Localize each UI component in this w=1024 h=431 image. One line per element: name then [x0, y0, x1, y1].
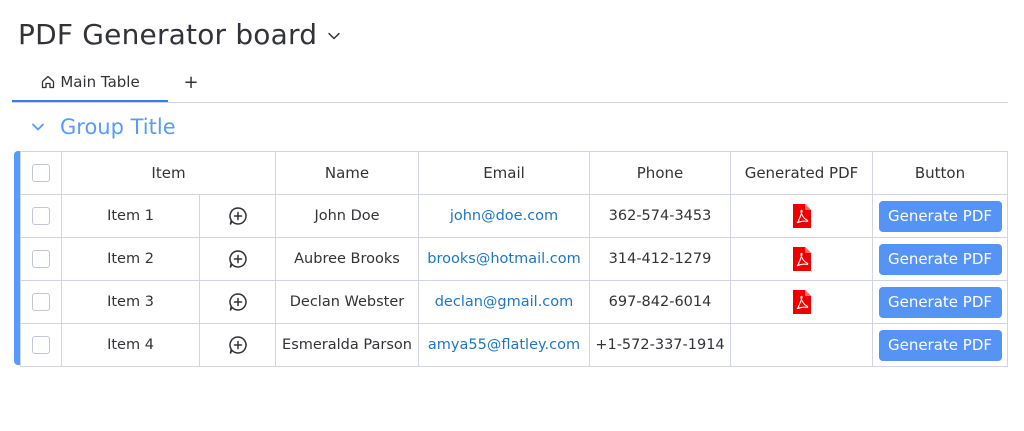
generated-pdf-cell[interactable]: [730, 194, 873, 238]
select-all-cell[interactable]: [20, 151, 62, 195]
tab-main-table[interactable]: Main Table: [12, 64, 168, 102]
add-view-button[interactable]: +: [180, 64, 202, 100]
email-link[interactable]: brooks@hotmail.com: [418, 237, 590, 281]
table-header-row: Item Name Email Phone Generated PDF Butt…: [20, 151, 1008, 195]
generate-pdf-button[interactable]: Generate PDF: [878, 286, 1002, 318]
header-item[interactable]: Item: [61, 151, 276, 195]
generate-pdf-button[interactable]: Generate PDF: [878, 243, 1002, 275]
button-cell: Generate PDF: [872, 237, 1008, 281]
row-select-cell[interactable]: [20, 280, 62, 324]
header-generated-pdf[interactable]: Generated PDF: [730, 151, 873, 195]
generate-pdf-button[interactable]: Generate PDF: [878, 329, 1002, 361]
phone-cell[interactable]: 362-574-3453: [589, 194, 731, 238]
email-link[interactable]: declan@gmail.com: [418, 280, 590, 324]
items-table: Item Name Email Phone Generated PDF Butt…: [20, 151, 1008, 367]
item-cell[interactable]: Item 3: [61, 280, 200, 324]
chevron-down-icon[interactable]: [30, 119, 46, 135]
email-link[interactable]: amya55@flatley.com: [418, 323, 590, 367]
add-update-icon[interactable]: [227, 291, 249, 313]
home-icon: [42, 75, 55, 89]
item-cell[interactable]: Item 1: [61, 194, 200, 238]
table-row[interactable]: Item 2 Aubree Brooks brooks@hotmail.com …: [20, 237, 1008, 281]
header-button[interactable]: Button: [872, 151, 1008, 195]
row-checkbox[interactable]: [32, 336, 50, 354]
row-select-cell[interactable]: [20, 323, 62, 367]
pdf-file-icon[interactable]: [792, 289, 812, 315]
button-cell: Generate PDF: [872, 280, 1008, 324]
table-row[interactable]: Item 1 John Doe john@doe.com 362-574-345…: [20, 194, 1008, 238]
view-tabs: Main Table +: [12, 64, 1008, 103]
generate-pdf-button[interactable]: Generate PDF: [878, 200, 1002, 232]
conversation-cell[interactable]: [199, 323, 276, 367]
add-update-icon[interactable]: [227, 334, 249, 356]
add-update-icon[interactable]: [227, 205, 249, 227]
button-cell: Generate PDF: [872, 194, 1008, 238]
row-checkbox[interactable]: [32, 207, 50, 225]
board-table: Item Name Email Phone Generated PDF Butt…: [14, 151, 1008, 367]
group-header: Group Title: [30, 113, 176, 141]
phone-cell[interactable]: +1-572-337-1914: [589, 323, 731, 367]
chevron-down-icon[interactable]: [327, 29, 341, 43]
group-title[interactable]: Group Title: [60, 115, 176, 139]
item-cell[interactable]: Item 2: [61, 237, 200, 281]
name-cell[interactable]: Esmeralda Parson: [275, 323, 419, 367]
name-cell[interactable]: John Doe: [275, 194, 419, 238]
row-checkbox[interactable]: [32, 293, 50, 311]
name-cell[interactable]: Aubree Brooks: [275, 237, 419, 281]
phone-cell[interactable]: 697-842-6014: [589, 280, 731, 324]
generated-pdf-cell[interactable]: [730, 237, 873, 281]
generated-pdf-cell[interactable]: [730, 323, 873, 367]
table-row[interactable]: Item 4 Esmeralda Parson amya55@flatley.c…: [20, 323, 1008, 367]
pdf-file-icon[interactable]: [792, 203, 812, 229]
board-title[interactable]: PDF Generator board: [18, 18, 317, 51]
tab-main-table-label: Main Table: [60, 73, 140, 91]
conversation-cell[interactable]: [199, 237, 276, 281]
table-row[interactable]: Item 3 Declan Webster declan@gmail.com 6…: [20, 280, 1008, 324]
header-name[interactable]: Name: [275, 151, 419, 195]
select-all-checkbox[interactable]: [32, 164, 50, 182]
conversation-cell[interactable]: [199, 280, 276, 324]
pdf-file-icon[interactable]: [792, 246, 812, 272]
button-cell: Generate PDF: [872, 323, 1008, 367]
phone-cell[interactable]: 314-412-1279: [589, 237, 731, 281]
row-select-cell[interactable]: [20, 237, 62, 281]
board-header: PDF Generator board: [18, 14, 341, 54]
header-phone[interactable]: Phone: [589, 151, 731, 195]
add-update-icon[interactable]: [227, 248, 249, 270]
row-checkbox[interactable]: [32, 250, 50, 268]
generated-pdf-cell[interactable]: [730, 280, 873, 324]
header-email[interactable]: Email: [418, 151, 590, 195]
name-cell[interactable]: Declan Webster: [275, 280, 419, 324]
conversation-cell[interactable]: [199, 194, 276, 238]
item-cell[interactable]: Item 4: [61, 323, 200, 367]
row-select-cell[interactable]: [20, 194, 62, 238]
email-link[interactable]: john@doe.com: [418, 194, 590, 238]
